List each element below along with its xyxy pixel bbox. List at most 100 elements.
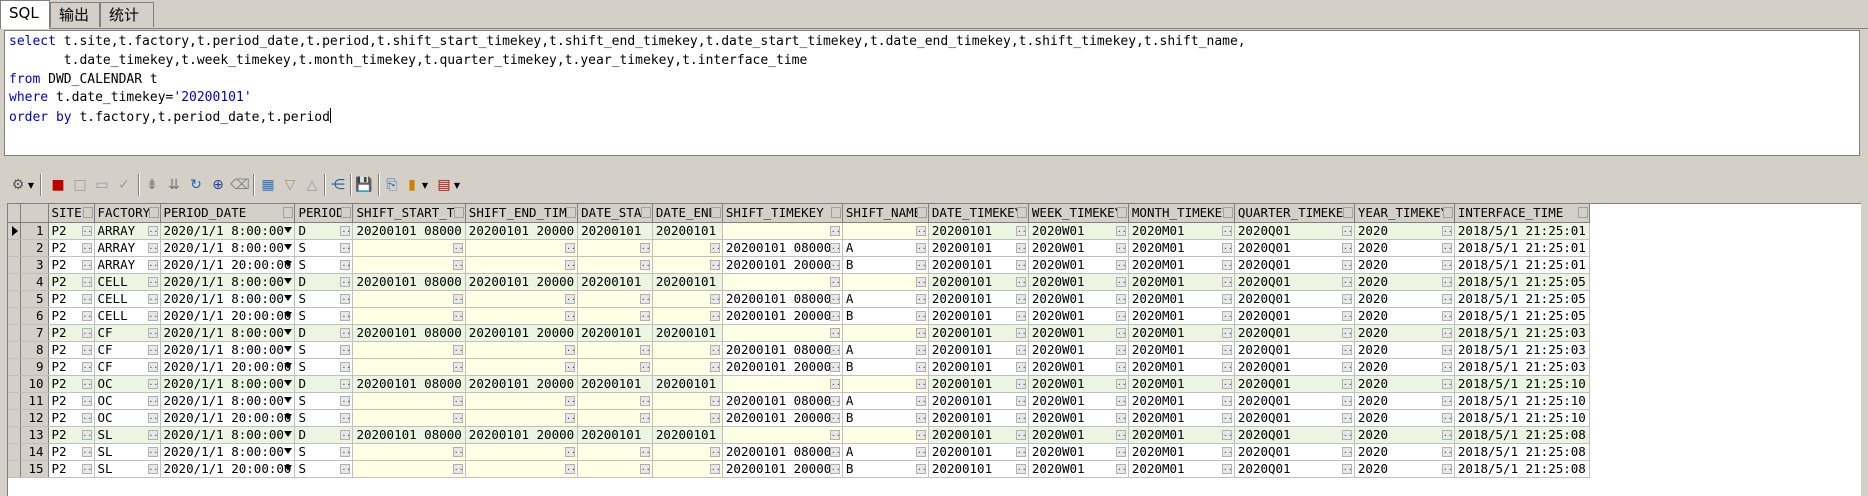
cell-week-timekey[interactable]: 2020W01 ··· <box>1028 239 1129 257</box>
find-icon[interactable]: ⊕ <box>208 175 228 195</box>
cell-ellipsis-button[interactable]: ··· <box>1015 446 1027 457</box>
cell-factory[interactable]: OC ··· <box>94 375 161 393</box>
cell-ellipsis-button[interactable]: ··· <box>147 361 159 372</box>
cell-shift-name[interactable]: B ··· <box>842 409 929 427</box>
cell-period-date[interactable]: 2020/1/1 8:00:00 <box>160 273 296 291</box>
cell-year-timekey[interactable]: 2020 ··· <box>1354 307 1455 325</box>
row-indicator[interactable] <box>8 358 21 376</box>
cell-ellipsis-button[interactable]: ··· <box>452 259 464 270</box>
cell-site[interactable]: P2 ··· <box>48 375 95 393</box>
cell-period[interactable]: S ··· <box>294 341 354 359</box>
cell-ellipsis-button[interactable]: ··· <box>915 378 927 389</box>
cell-ellipsis-button[interactable]: ··· <box>915 310 927 321</box>
cell-ellipsis-button[interactable]: ··· <box>565 344 577 355</box>
cell-shift-timekey[interactable]: 20200101 200000··· <box>722 460 843 478</box>
cell-ellipsis-button[interactable]: ··· <box>639 259 651 270</box>
cell-year-timekey[interactable]: 2020 ··· <box>1354 341 1455 359</box>
cell-shift-timekey[interactable]: ··· <box>722 426 843 444</box>
cell-ellipsis-button[interactable]: ··· <box>1221 446 1233 457</box>
column-header-week-timekey[interactable]: WEEK_TIMEKEY <box>1028 204 1129 223</box>
cell-ellipsis-button[interactable]: ··· <box>1115 361 1127 372</box>
cell-ellipsis-button[interactable]: ··· <box>1341 293 1353 304</box>
cell-quarter-timekey[interactable]: 2020Q01 ··· <box>1234 222 1355 240</box>
cell-ellipsis-button[interactable]: ··· <box>1221 361 1233 372</box>
cell-year-timekey[interactable]: 2020 ··· <box>1354 222 1455 240</box>
cell-ellipsis-button[interactable]: ··· <box>340 429 352 440</box>
cell-year-timekey[interactable]: 2020 ··· <box>1354 273 1455 291</box>
column-header-period[interactable]: PERIOD <box>294 204 354 223</box>
cell-period-date[interactable]: 2020/1/1 8:00:00 <box>160 392 296 410</box>
cell-shift-start-ti[interactable]: ··· <box>352 358 466 376</box>
cell-shift-start-ti[interactable]: ··· <box>352 307 466 325</box>
cell-shift-start-ti[interactable]: ··· <box>352 443 466 461</box>
column-menu-button[interactable] <box>640 207 651 218</box>
cell-ellipsis-button[interactable]: ··· <box>639 412 651 423</box>
cell-ellipsis-button[interactable]: ··· <box>1341 429 1353 440</box>
cell-date-end[interactable]: ··· <box>652 358 723 376</box>
cell-ellipsis-button[interactable]: ··· <box>1221 463 1233 474</box>
cell-shift-end-time[interactable]: 20200101 20000 <box>465 324 579 342</box>
cell-month-timekey[interactable]: 2020M01 ··· <box>1128 324 1235 342</box>
cell-ellipsis-button[interactable]: ··· <box>915 327 927 338</box>
cell-ellipsis-button[interactable]: ··· <box>1341 242 1353 253</box>
cell-ellipsis-button[interactable]: ··· <box>1015 293 1027 304</box>
cell-ellipsis-button[interactable]: ··· <box>639 293 651 304</box>
cell-ellipsis-button[interactable]: ··· <box>565 310 577 321</box>
cell-ellipsis-button[interactable]: ··· <box>1341 276 1353 287</box>
cell-ellipsis-button[interactable]: ··· <box>1115 276 1127 287</box>
cell-year-timekey[interactable]: 2020 ··· <box>1354 460 1455 478</box>
row-indicator[interactable] <box>8 460 21 478</box>
chart-icon[interactable]: ▮ <box>402 175 422 195</box>
cell-ellipsis-button[interactable]: ··· <box>147 446 159 457</box>
cell-shift-start-ti[interactable]: 20200101 08000 <box>352 375 466 393</box>
table-row[interactable]: 12P2 ··· OC ··· 2020/1/1 20:00:00 S ··· ··· ··· ·… <box>8 409 1590 427</box>
column-header-shift-start-ti[interactable]: SHIFT_START_TI <box>352 204 466 223</box>
cell-shift-start-ti[interactable]: 20200101 08000 <box>352 273 466 291</box>
cell-shift-start-ti[interactable]: 20200101 08000 <box>352 426 466 444</box>
cell-period-date[interactable]: 2020/1/1 20:00:00 <box>160 358 296 376</box>
cell-quarter-timekey[interactable]: 2020Q01 ··· <box>1234 426 1355 444</box>
cell-ellipsis-button[interactable]: ··· <box>1441 225 1453 236</box>
cell-ellipsis-button[interactable]: ··· <box>639 395 651 406</box>
cell-ellipsis-button[interactable]: ··· <box>565 259 577 270</box>
cell-week-timekey[interactable]: 2020W01 ··· <box>1028 409 1129 427</box>
column-menu-button[interactable] <box>1577 207 1588 218</box>
cell-month-timekey[interactable]: 2020M01 ··· <box>1128 222 1235 240</box>
dropdown-arrow-icon[interactable] <box>284 413 293 420</box>
cell-site[interactable]: P2 ··· <box>48 290 95 308</box>
cell-ellipsis-button[interactable]: ··· <box>1341 344 1353 355</box>
cell-period[interactable]: S ··· <box>294 239 354 257</box>
cell-date-stai[interactable]: 20200101 <box>577 273 653 291</box>
cell-date-end[interactable]: 20200101 <box>652 375 723 393</box>
cell-month-timekey[interactable]: 2020M01 ··· <box>1128 341 1235 359</box>
cell-date-timekey[interactable]: 20200101 ··· <box>928 426 1029 444</box>
cell-ellipsis-button[interactable]: ··· <box>565 361 577 372</box>
cell-site[interactable]: P2 ··· <box>48 460 95 478</box>
cell-date-end[interactable]: ··· <box>652 341 723 359</box>
cell-year-timekey[interactable]: 2020 ··· <box>1354 409 1455 427</box>
cell-shift-end-time[interactable]: 20200101 20000 <box>465 222 579 240</box>
cell-period-date[interactable]: 2020/1/1 8:00:00 <box>160 341 296 359</box>
cell-ellipsis-button[interactable]: ··· <box>829 242 841 253</box>
cell-date-stai[interactable]: ··· <box>577 307 653 325</box>
cell-ellipsis-button[interactable]: ··· <box>452 412 464 423</box>
cell-date-end[interactable]: ··· <box>652 443 723 461</box>
column-header-year-timekey[interactable]: YEAR_TIMEKEY <box>1354 204 1455 223</box>
cell-ellipsis-button[interactable]: ··· <box>1015 463 1027 474</box>
column-header-month-timekey[interactable]: MONTH_TIMEKEY <box>1128 204 1235 223</box>
cell-site[interactable]: P2 ··· <box>48 222 95 240</box>
cell-period-date[interactable]: 2020/1/1 8:00:00 <box>160 324 296 342</box>
cell-ellipsis-button[interactable]: ··· <box>81 259 93 270</box>
cell-shift-start-ti[interactable]: ··· <box>352 290 466 308</box>
cell-ellipsis-button[interactable]: ··· <box>915 259 927 270</box>
table-row[interactable]: 10P2···OC···2020/1/1 8:00:00D···20200101… <box>8 375 1590 393</box>
cell-ellipsis-button[interactable]: ··· <box>340 378 352 389</box>
cell-factory[interactable]: CELL ··· <box>94 273 161 291</box>
sort-icon[interactable]: △ <box>302 175 322 195</box>
cell-quarter-timekey[interactable]: 2020Q01 ··· <box>1234 256 1355 274</box>
cell-date-timekey[interactable]: 20200101 ··· <box>928 409 1029 427</box>
cell-date-end[interactable]: ··· <box>652 460 723 478</box>
dropdown-arrow-icon[interactable] <box>284 396 293 403</box>
cell-ellipsis-button[interactable]: ··· <box>340 361 352 372</box>
cell-ellipsis-button[interactable]: ··· <box>1221 395 1233 406</box>
